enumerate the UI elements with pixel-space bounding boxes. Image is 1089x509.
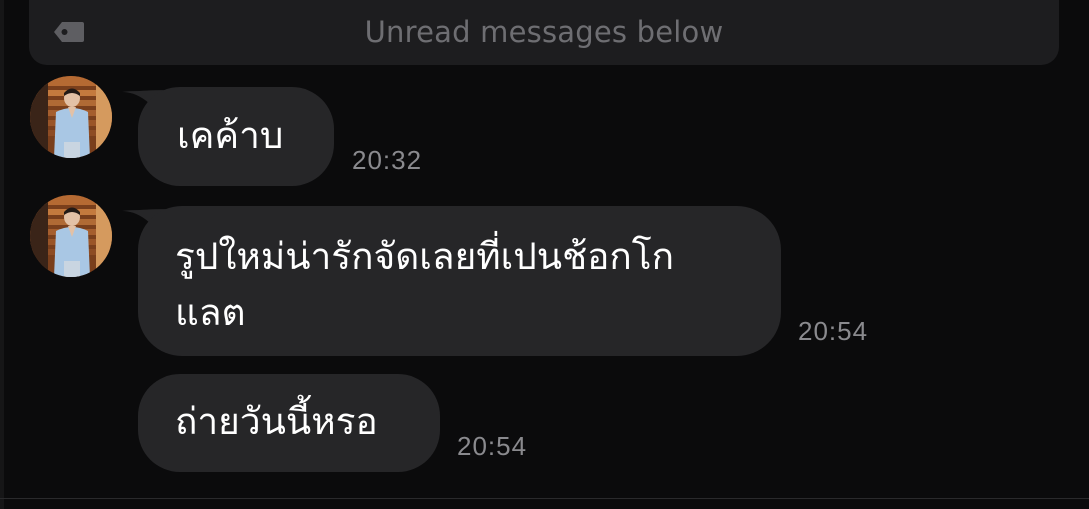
message-timestamp: 20:54 — [798, 316, 869, 346]
message-timestamp: 20:54 — [457, 431, 528, 461]
message-bubble[interactable]: รูปใหม่น่ารักจัดเลยที่เปนช้อกโกแลต — [138, 206, 781, 356]
message-text: เคค้าบ — [177, 114, 284, 157]
bottom-divider — [0, 498, 1089, 499]
message-text: รูปใหม่น่ารักจัดเลยที่เปนช้อกโกแลต — [175, 235, 675, 334]
avatar[interactable] — [30, 76, 112, 158]
chat-screen: Unread messages below เคค้าบ 20:32 รูปให… — [0, 0, 1089, 509]
message-bubble[interactable]: ถ่ายวันนี้หรอ — [138, 374, 440, 472]
left-edge-divider — [0, 0, 4, 509]
message-timestamp: 20:32 — [352, 145, 423, 175]
unread-messages-banner: Unread messages below — [29, 0, 1059, 65]
message-bubble[interactable]: เคค้าบ — [138, 87, 334, 186]
avatar[interactable] — [30, 195, 112, 277]
unread-messages-label: Unread messages below — [364, 15, 724, 49]
message-text: ถ่ายวันนี้หรอ — [175, 400, 378, 443]
